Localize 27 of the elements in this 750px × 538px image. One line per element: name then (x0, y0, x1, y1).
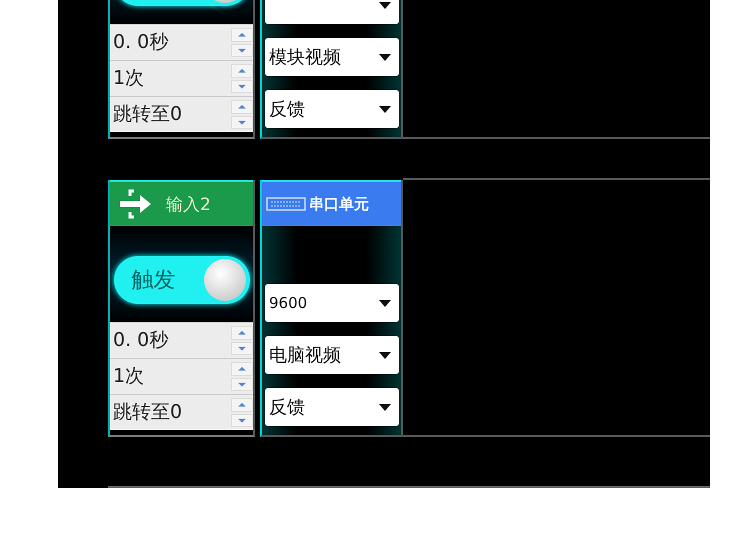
spin-field[interactable]: 0. 0秒 (110, 322, 253, 358)
dropdown[interactable]: 反馈 (265, 388, 399, 426)
spin-field[interactable]: 跳转至0 (110, 96, 253, 132)
caret-icon (379, 300, 391, 306)
keyboard-icon (266, 197, 306, 211)
input-label: 输入2 (166, 194, 211, 216)
dropdown[interactable]: 模块视频 (265, 38, 399, 76)
spin-field[interactable]: 0. 0秒 (110, 24, 253, 60)
spin-value: 跳转至0 (112, 102, 184, 127)
dropdown[interactable]: 电脑视频 (265, 336, 399, 374)
spin-field[interactable]: 1次 (110, 358, 253, 394)
dropdown[interactable]: 9600 (265, 284, 399, 322)
dropdown[interactable]: 反馈 (265, 90, 399, 128)
spin-value: 1次 (112, 364, 146, 389)
spin-field[interactable]: 跳转至0 (110, 394, 253, 430)
caret-icon (379, 106, 391, 112)
spin-value: 1次 (112, 66, 146, 91)
serial-label: 串口单元 (309, 194, 369, 214)
trigger-toggle[interactable]: 触发 (114, 256, 250, 304)
spin-value: 0. 0秒 (112, 328, 170, 353)
caret-icon (379, 54, 391, 60)
spin-value: 0. 0秒 (112, 30, 170, 55)
caret-icon (379, 404, 391, 410)
caret-icon (379, 2, 391, 8)
spin-value: 跳转至0 (112, 400, 184, 425)
caret-icon (379, 352, 391, 358)
spin-field[interactable]: 1次 (110, 60, 253, 96)
